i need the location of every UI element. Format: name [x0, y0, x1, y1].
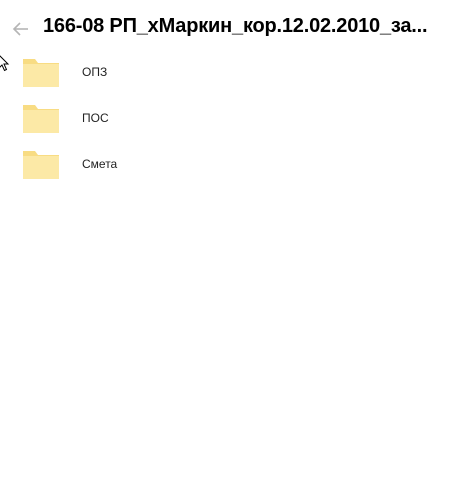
- mouse-cursor-icon: [0, 55, 10, 72]
- page-title: 166-08 РП_хМаркин_кор.12.02.2010_за...: [43, 15, 428, 37]
- folder-item-opz[interactable]: ОПЗ: [22, 52, 222, 92]
- header-bar: 166-08 РП_хМаркин_кор.12.02.2010_за...: [0, 12, 459, 44]
- folder-item-pos[interactable]: ПОС: [22, 98, 222, 138]
- folder-label: ПОС: [82, 111, 109, 125]
- folder-icon: [23, 105, 59, 133]
- folder-icon: [23, 151, 59, 179]
- back-button[interactable]: [10, 18, 32, 40]
- arrow-left-icon: [12, 22, 28, 36]
- folder-item-smeta[interactable]: Смета: [22, 144, 222, 184]
- folder-label: ОПЗ: [82, 65, 108, 79]
- folder-label: Смета: [82, 157, 118, 171]
- folder-icon: [23, 59, 59, 87]
